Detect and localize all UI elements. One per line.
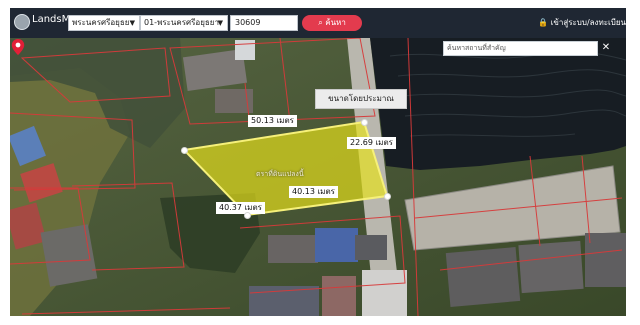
approximate-size-label: ขนาดโดยประมาณ	[315, 89, 407, 109]
house-building	[445, 247, 521, 307]
close-icon[interactable]: ✕	[598, 40, 614, 56]
province-select[interactable]: พระนครศรีอยุธยา ▼	[68, 15, 140, 31]
house-building	[355, 235, 387, 260]
landmark-search-input[interactable]: ค้นหาสถานที่สำคัญ	[443, 41, 598, 56]
house-building	[268, 235, 318, 263]
measurement-label: 22.69 เมตร	[347, 137, 396, 149]
parcel-vertex-handle[interactable]	[384, 193, 391, 200]
landsmaps-logo-icon	[14, 14, 30, 30]
search-button[interactable]: ⌕ ค้นหา	[302, 15, 362, 31]
lock-icon: 🔒	[538, 18, 549, 27]
house-building	[585, 233, 626, 287]
district-select-value: 01-พระนครศรีอยุธยา	[144, 18, 219, 27]
parcel-vertex-handle[interactable]	[244, 212, 251, 219]
top-navigation-bar: LandsMaps พระนครศรีอยุธยา ▼ 01-พระนครศรี…	[10, 8, 626, 38]
white-roof-building	[235, 40, 255, 60]
search-icon: ⌕	[318, 18, 323, 27]
search-button-label: ค้นหา	[325, 18, 346, 27]
parcel-vertex-handle[interactable]	[361, 119, 368, 126]
measurement-label: 40.13 เมตร	[289, 186, 338, 198]
house-building	[322, 276, 356, 316]
measurement-label: 50.13 เมตร	[248, 115, 297, 127]
map-pin-icon[interactable]	[10, 38, 26, 56]
landsmaps-window: LandsMaps พระนครศรีอยุธยา ▼ 01-พระนครศรี…	[10, 8, 626, 316]
map-viewport[interactable]: ค้นหาสถานที่สำคัญ ✕ ขนาดโดยประมาณ 50.13 …	[10, 38, 626, 316]
blue-roof-building	[315, 228, 358, 262]
chevron-down-icon: ▼	[217, 19, 223, 27]
satellite-map-image[interactable]	[10, 38, 626, 316]
login-register-link[interactable]: 🔒 เข้าสู่ระบบ/ลงทะเบียน	[538, 16, 626, 29]
parcel-vertex-handle[interactable]	[181, 147, 188, 154]
chevron-down-icon: ▼	[129, 19, 135, 27]
province-select-value: พระนครศรีอยุธยา	[72, 18, 134, 27]
district-select[interactable]: 01-พระนครศรีอยุธยา ▼	[140, 15, 228, 31]
login-label: เข้าสู่ระบบ/ลงทะเบียน	[550, 18, 626, 27]
white-roof-building	[362, 270, 407, 316]
parcel-center-label: ตราที่ดินแปลงนี้	[256, 170, 304, 178]
measurement-label: 40.37 เมตร	[216, 202, 265, 214]
parcel-number-input[interactable]: 30609	[230, 15, 298, 31]
house-building	[518, 240, 584, 294]
